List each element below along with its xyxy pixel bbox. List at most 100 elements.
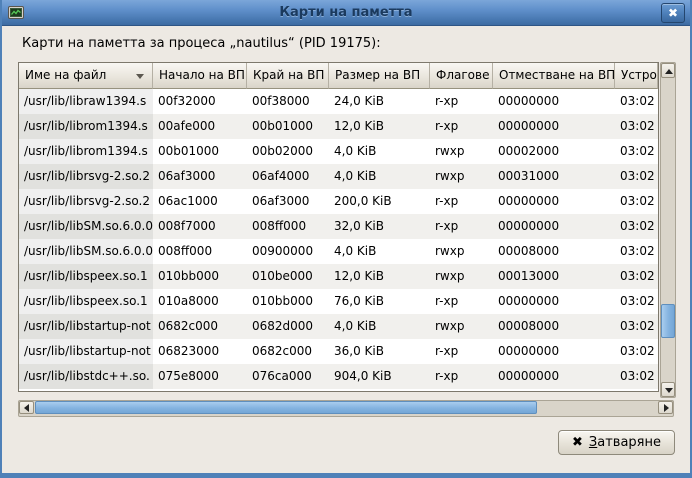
column-header-label: Начало на ВП [159, 68, 245, 82]
cell-name: /usr/lib/libraw1394.s [19, 89, 153, 114]
sort-descending-icon [136, 74, 144, 79]
table-row[interactable]: /usr/lib/librom1394.s00afe00000b0100012,… [19, 114, 658, 139]
horizontal-scrollbar[interactable] [18, 400, 674, 417]
up-arrow-icon [665, 69, 673, 74]
horizontal-scrollbar-thumb[interactable] [35, 401, 537, 414]
cell-offset: 00013000 [493, 264, 615, 289]
cell-device: 03:02 [615, 139, 658, 164]
cell-flags: r-xp [430, 364, 493, 389]
cell-device: 03:02 [615, 214, 658, 239]
scroll-up-button[interactable] [661, 63, 675, 78]
cell-start: 008f7000 [153, 214, 247, 239]
vertical-scrollbar-thumb[interactable] [661, 304, 675, 338]
cell-flags: r-xp [430, 289, 493, 314]
cell-end: 00f38000 [247, 89, 329, 114]
table-row[interactable]: /usr/lib/libraw1394.s00f3200000f3800024,… [19, 89, 658, 114]
cell-name: /usr/lib/libstartup-not [19, 339, 153, 364]
down-arrow-icon [665, 388, 673, 393]
table-row[interactable]: /usr/lib/libSM.so.6.0.0008f7000008ff0003… [19, 214, 658, 239]
cell-start: 010a8000 [153, 289, 247, 314]
cell-name: /usr/lib/libspeex.so.1 [19, 289, 153, 314]
cell-flags: r-xp [430, 114, 493, 139]
left-arrow-icon [24, 404, 29, 412]
scroll-right-button[interactable] [658, 401, 673, 414]
cell-start: 06af3000 [153, 164, 247, 189]
column-header-vm-start[interactable]: Начало на ВП [153, 63, 247, 89]
column-header-label: Флагове [436, 68, 489, 82]
system-monitor-icon[interactable] [7, 4, 25, 22]
cell-name: /usr/lib/libSM.so.6.0.0 [19, 239, 153, 264]
table-body: /usr/lib/libraw1394.s00f3200000f3800024,… [19, 89, 658, 389]
column-header-flags[interactable]: Флагове [430, 63, 493, 89]
table-row[interactable]: /usr/lib/libSM.so.6.0.0008ff000009000004… [19, 239, 658, 264]
vertical-scrollbar[interactable] [660, 62, 676, 398]
table-row[interactable]: /usr/lib/libstartup-not0682c0000682d0004… [19, 314, 658, 339]
titlebar[interactable]: Карти на паметта ✖ [2, 0, 690, 26]
cell-end: 00b02000 [247, 139, 329, 164]
cell-start: 00b01000 [153, 139, 247, 164]
process-description-label: Карти на паметта за процеса „nautilus“ (… [22, 36, 381, 51]
cell-end: 010bb000 [247, 289, 329, 314]
cell-offset: 00000000 [493, 289, 615, 314]
cell-offset: 00008000 [493, 239, 615, 264]
cell-name: /usr/lib/librom1394.s [19, 139, 153, 164]
cell-size: 4,0 KiB [329, 164, 430, 189]
column-header-label: Име на файл [25, 68, 106, 82]
cell-end: 0682d000 [247, 314, 329, 339]
cell-end: 06af4000 [247, 164, 329, 189]
cell-start: 010bb000 [153, 264, 247, 289]
cell-name: /usr/lib/librsvg-2.so.2 [19, 164, 153, 189]
cell-offset: 00000000 [493, 339, 615, 364]
cell-device: 03:02 [615, 339, 658, 364]
cell-size: 904,0 KiB [329, 364, 430, 389]
table-row[interactable]: /usr/lib/libstartup-not068230000682c0003… [19, 339, 658, 364]
cell-offset: 00000000 [493, 214, 615, 239]
cell-end: 008ff000 [247, 214, 329, 239]
cell-device: 03:02 [615, 114, 658, 139]
cell-name: /usr/lib/libstartup-not [19, 314, 153, 339]
cell-flags: r-xp [430, 214, 493, 239]
cell-offset: 00000000 [493, 189, 615, 214]
cell-end: 010be000 [247, 264, 329, 289]
table-row[interactable]: /usr/lib/librsvg-2.so.206ac100006af30002… [19, 189, 658, 214]
cell-start: 06ac1000 [153, 189, 247, 214]
cell-size: 4,0 KiB [329, 139, 430, 164]
cell-size: 200,0 KiB [329, 189, 430, 214]
cell-start: 075e8000 [153, 364, 247, 389]
cell-offset: 00031000 [493, 164, 615, 189]
cell-flags: rwxp [430, 239, 493, 264]
column-header-device[interactable]: Устройство [615, 63, 658, 89]
window-close-button[interactable]: ✖ [661, 3, 685, 23]
table-row[interactable]: /usr/lib/libspeex.so.1010bb000010be00012… [19, 264, 658, 289]
table-row[interactable]: /usr/lib/librsvg-2.so.206af300006af40004… [19, 164, 658, 189]
cell-flags: rwxp [430, 164, 493, 189]
column-header-vm-offset[interactable]: Отместване на ВП [493, 63, 615, 89]
memory-maps-dialog: Карти на паметта ✖ Карти на паметта за п… [0, 0, 692, 478]
cell-start: 06823000 [153, 339, 247, 364]
table-row[interactable]: /usr/lib/librom1394.s00b0100000b020004,0… [19, 139, 658, 164]
close-dialog-button[interactable]: ✖ Затваряне [558, 430, 675, 455]
column-header-vm-size[interactable]: Размер на ВП [329, 63, 430, 89]
table-row[interactable]: /usr/lib/libspeex.so.1010a8000010bb00076… [19, 289, 658, 314]
column-header-label: Устройство [621, 68, 658, 82]
cell-device: 03:02 [615, 289, 658, 314]
cell-name: /usr/lib/libspeex.so.1 [19, 264, 153, 289]
cell-device: 03:02 [615, 314, 658, 339]
cell-name: /usr/lib/libstdc++.so. [19, 364, 153, 389]
cell-offset: 00002000 [493, 139, 615, 164]
scroll-left-button[interactable] [19, 401, 34, 414]
table-header-row: Име на файл Начало на ВП Край на ВП Разм… [19, 63, 658, 89]
cell-device: 03:02 [615, 89, 658, 114]
memory-maps-table: Име на файл Начало на ВП Край на ВП Разм… [18, 62, 659, 392]
table-row[interactable]: /usr/lib/libstdc++.so.075e8000076ca00090… [19, 364, 658, 389]
scroll-down-button[interactable] [661, 382, 675, 397]
cell-start: 0682c000 [153, 314, 247, 339]
column-header-filename[interactable]: Име на файл [19, 63, 153, 89]
cell-size: 12,0 KiB [329, 264, 430, 289]
cell-flags: rwxp [430, 314, 493, 339]
cell-size: 32,0 KiB [329, 214, 430, 239]
column-header-label: Отместване на ВП [499, 68, 615, 82]
column-header-vm-end[interactable]: Край на ВП [247, 63, 329, 89]
cell-device: 03:02 [615, 189, 658, 214]
cell-end: 0682c000 [247, 339, 329, 364]
